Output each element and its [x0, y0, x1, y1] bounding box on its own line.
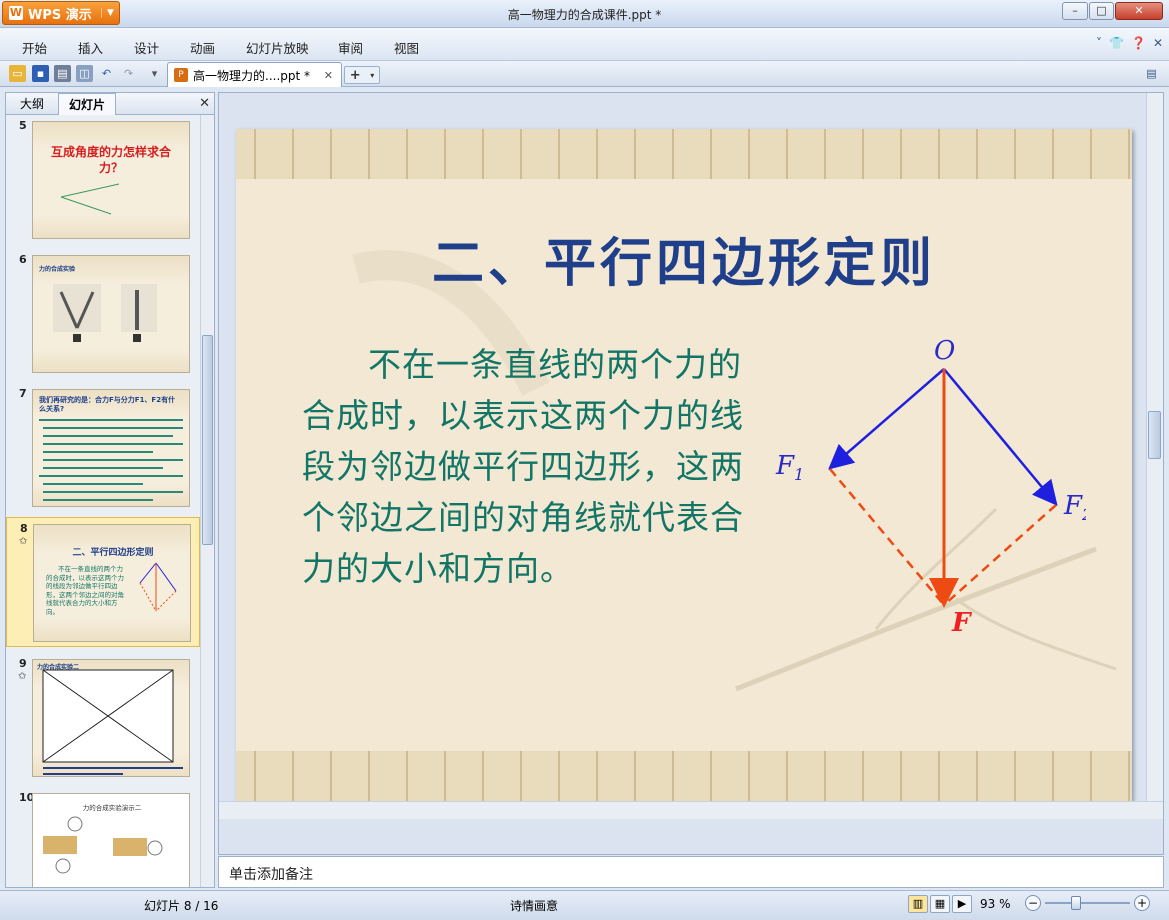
tab-outline[interactable]: 大纲	[10, 93, 54, 115]
zoom-slider-handle[interactable]	[1071, 896, 1081, 910]
thumbnail-diagram	[60, 183, 120, 215]
thumbnail-list: 5 互成角度的力怎样求合力？ 6 力的合成实验 7 我们再研究的是：合力F与分力…	[6, 115, 200, 887]
origin-label: O	[934, 336, 955, 366]
f2-label: F2	[1063, 491, 1086, 524]
print-preview-icon[interactable]: ◫	[76, 65, 93, 82]
normal-view-icon[interactable]: ▥	[908, 895, 928, 913]
menu-close-icon[interactable]: ✕	[1153, 36, 1163, 50]
thumbnail-row[interactable]: 9 ✩ 力的合成实验二	[6, 653, 200, 781]
new-tab-button[interactable]: + ▾	[344, 66, 380, 84]
thumbnail-row[interactable]: 6 力的合成实验	[6, 249, 200, 377]
thumbnail-scroll-thumb[interactable]	[202, 335, 213, 545]
thumbnail-number: 5	[19, 119, 27, 132]
current-slide[interactable]: 二、平行四边形定则 不在一条直线的两个力的合成时，以表示这两个力的线段为邻边做平…	[236, 129, 1132, 801]
quick-toolbar: ▭ ▪ ▤ ◫ ↶ ↷ ▾ P 高一物理力的....ppt * ✕ + ▾ ▤	[0, 61, 1169, 87]
thumbnail-video-placeholder	[42, 669, 183, 775]
thumbnail-text-lines	[39, 419, 183, 501]
zoom-out-icon[interactable]: −	[1025, 895, 1041, 911]
menu-bar: 开始 插入 设计 动画 幻灯片放映 审阅 视图 ˅ 👕 ❓ ✕	[0, 28, 1169, 61]
thumbnail-diagram	[53, 284, 157, 342]
thumbnail-row[interactable]: 7 我们再研究的是：合力F与分力F1、F2有什么关系?	[6, 383, 200, 511]
parallelogram-dashed-side	[943, 504, 1057, 606]
zoom-slider-track[interactable]	[1045, 902, 1130, 904]
slide-thumbnail[interactable]: 互成角度的力怎样求合力？	[32, 121, 190, 239]
print-icon[interactable]: ▤	[54, 65, 71, 82]
resultant-label: F	[951, 608, 972, 638]
slide-thumbnail[interactable]: 二、平行四边形定则 不在一条直线的两个力的合成时，以表示这两个力的线段为邻边做平…	[33, 524, 191, 642]
menu-slideshow[interactable]: 幻灯片放映	[246, 38, 309, 57]
pane-close-icon[interactable]: ✕	[199, 96, 210, 111]
redo-icon[interactable]: ↷	[120, 65, 137, 82]
slide-sorter-icon[interactable]: ▦	[930, 895, 950, 913]
undo-icon[interactable]: ↶	[98, 65, 115, 82]
menu-view[interactable]: 视图	[394, 38, 419, 57]
theme-name: 诗情画意	[510, 899, 559, 913]
pane-toggle-icon[interactable]: ▤	[1143, 65, 1160, 82]
tab-close-icon[interactable]: ✕	[324, 69, 333, 82]
window-title: 高一物理力的合成课件.ppt *	[507, 8, 662, 22]
skin-icon[interactable]: 👕	[1109, 36, 1124, 50]
toolbar-dropdown-icon[interactable]: ▾	[146, 65, 163, 82]
menu-design[interactable]: 设计	[134, 38, 159, 57]
slide-thumbnail[interactable]: 我们再研究的是：合力F与分力F1、F2有什么关系?	[32, 389, 190, 507]
thumbnail-number: 7	[19, 387, 27, 400]
slides-pane: 大纲 幻灯片 ✕ 5 互成角度的力怎样求合力？ 6 力的合成实验 7 我们再研究…	[5, 92, 215, 888]
menu-insert[interactable]: 插入	[78, 38, 103, 57]
thumbnail-number: 6	[19, 253, 27, 266]
thumbnail-scrollbar[interactable]	[200, 115, 214, 887]
maximize-button[interactable]: □	[1089, 2, 1114, 20]
thumbnail-row-selected[interactable]: 8 ✩ 二、平行四边形定则 不在一条直线的两个力的合成时，以表示这两个力的线段为…	[6, 517, 200, 647]
menu-animation[interactable]: 动画	[190, 38, 215, 57]
slideshow-view-icon[interactable]: ▶	[952, 895, 972, 913]
slide-counter: 幻灯片 8 / 16	[144, 899, 219, 913]
slide-editor: 二、平行四边形定则 不在一条直线的两个力的合成时，以表示这两个力的线段为邻边做平…	[218, 92, 1164, 855]
force-f1-arrow	[828, 368, 945, 470]
thumbnail-number: 8	[20, 522, 28, 535]
thumbnail-diagram	[43, 816, 163, 874]
parallelogram-dashed-side	[829, 468, 945, 606]
notes-field[interactable]: 单击添加备注	[218, 856, 1164, 888]
force-f2-arrow	[943, 368, 1058, 506]
slide-thumbnail[interactable]: 力的合成实验	[32, 255, 190, 373]
thumbnail-row[interactable]: 5 互成角度的力怎样求合力？	[6, 115, 200, 243]
status-bar: 幻灯片 8 / 16 诗情画意 ▥ ▦ ▶ 93 % − +	[0, 890, 1169, 920]
title-bar: W WPS 演示 ▼ 高一物理力的合成课件.ppt * – □ ✕	[0, 0, 1169, 28]
animation-star-icon: ✩	[19, 536, 28, 547]
editor-scroll-thumb[interactable]	[1148, 411, 1161, 459]
document-tab-label: 高一物理力的....ppt *	[193, 68, 311, 83]
menu-review[interactable]: 审阅	[338, 38, 363, 57]
editor-horizontal-scrollbar[interactable]	[219, 801, 1163, 819]
help-icon[interactable]: ❓	[1131, 36, 1146, 50]
minimize-button[interactable]: –	[1062, 2, 1088, 20]
close-button[interactable]: ✕	[1115, 2, 1163, 20]
pane-tabs: 大纲 幻灯片 ✕	[6, 93, 214, 115]
thumbnail-number: 9	[19, 657, 27, 670]
zoom-in-icon[interactable]: +	[1134, 895, 1150, 911]
force-parallelogram-diagram[interactable]: O F1 F2 F	[766, 329, 1086, 649]
zoom-level: 93 %	[980, 897, 1011, 911]
tab-slides[interactable]: 幻灯片	[58, 93, 117, 115]
menu-right-tools: ˅ 👕 ❓ ✕	[1096, 36, 1163, 50]
slide-thumbnail[interactable]: 力的合成实验二	[32, 659, 190, 777]
thumbnail-diagram	[139, 562, 177, 612]
slide-title[interactable]: 二、平行四边形定则	[236, 221, 1132, 296]
plus-icon: +	[349, 67, 361, 83]
document-tab[interactable]: P 高一物理力的....ppt * ✕	[167, 62, 342, 87]
f1-label: F1	[775, 451, 804, 484]
presentation-file-icon: P	[174, 68, 188, 82]
chevron-down-icon: ▾	[370, 70, 375, 80]
editor-vertical-scrollbar[interactable]	[1146, 93, 1163, 801]
slide-body-text[interactable]: 不在一条直线的两个力的合成时，以表示这两个力的线段为邻边做平行四边形，这两个邻边…	[302, 339, 772, 594]
animation-star-icon: ✩	[18, 671, 27, 682]
save-icon[interactable]: ▪	[32, 65, 49, 82]
slide-thumbnail[interactable]: 力的合成实验演示二	[32, 793, 190, 887]
menu-home[interactable]: 开始	[22, 38, 47, 57]
collapse-ribbon-icon[interactable]: ˅	[1096, 36, 1102, 50]
thumbnail-row[interactable]: 10 力的合成实验演示二	[6, 787, 200, 887]
open-folder-icon[interactable]: ▭	[9, 65, 26, 82]
